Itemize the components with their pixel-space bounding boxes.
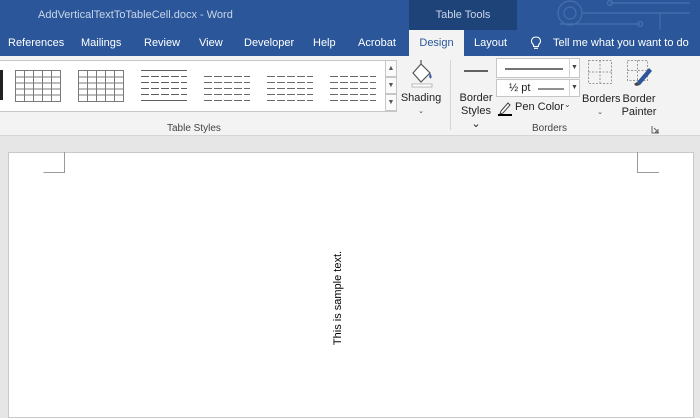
pen-color-dropdown-icon: ⌄ [564, 100, 571, 109]
tell-me-label: Tell me what you want to do [553, 37, 689, 49]
table-style-plain-1[interactable] [140, 67, 188, 105]
line-style-dropdown-arrow: ▼ [569, 59, 579, 77]
pen-icon [498, 102, 512, 116]
border-painter-button[interactable]: Border Painter [618, 58, 660, 120]
lightbulb-icon [530, 36, 542, 49]
border-style-line-icon [464, 70, 488, 72]
table-style-plain-3[interactable] [266, 67, 314, 105]
vertical-sample-text[interactable]: This is sample text. [332, 251, 344, 345]
line-style-dropdown[interactable]: ▼ [496, 58, 580, 78]
ribbon-tab-row: References Mailings Review View Develope… [0, 30, 700, 56]
crop-mark-right [637, 152, 659, 173]
window-title: AddVerticalTextToTableCell.docx - Word [38, 9, 233, 21]
dialog-launcher-icon[interactable] [651, 125, 660, 134]
tab-review[interactable]: Review [144, 30, 180, 56]
gallery-more[interactable]: ▼ [385, 94, 397, 111]
document-page[interactable] [8, 152, 694, 418]
border-painter-label-1: Border [622, 93, 656, 105]
pen-color-swatch [498, 114, 512, 116]
table-tools-label: Table Tools [435, 9, 491, 21]
border-painter-label-2: Painter [621, 106, 657, 118]
group-separator [450, 60, 451, 130]
line-weight-preview [538, 88, 564, 90]
border-painter-icon [627, 60, 652, 86]
table-style-grid-2[interactable] [77, 67, 125, 105]
table-style-plain-4[interactable] [329, 67, 377, 105]
ribbon-panel: ▲ ▼ ▼ Shading ⌄ Border Styles ⌄ ▼ ½ pt ▼… [0, 56, 700, 136]
tab-layout[interactable]: Layout [474, 30, 507, 56]
selected-style-indicator [0, 70, 3, 100]
borders-button[interactable]: Borders ⌄ [582, 58, 621, 120]
tab-view[interactable]: View [199, 30, 223, 56]
borders-label: Borders [582, 93, 621, 105]
line-weight-value: ½ pt [509, 82, 531, 94]
border-styles-label-1: Border [459, 92, 493, 104]
table-styles-gallery [0, 60, 397, 112]
tab-developer[interactable]: Developer [244, 30, 294, 56]
borders-grid-icon [588, 60, 612, 84]
border-styles-label-2: Styles ⌄ [461, 105, 491, 130]
borders-group-label: Borders [532, 123, 568, 134]
line-weight-dropdown[interactable]: ½ pt ▼ [496, 79, 580, 97]
shading-label: Shading [400, 92, 442, 104]
table-tools-group: Table Tools [409, 0, 517, 30]
line-style-preview [505, 68, 563, 70]
crop-mark-left [43, 152, 65, 173]
gallery-scroll-down[interactable]: ▼ [385, 77, 397, 94]
gallery-scroll-up[interactable]: ▲ [385, 60, 397, 77]
pen-color-label: Pen Color [515, 101, 564, 113]
tab-design[interactable]: Design [409, 30, 464, 56]
shading-dropdown-icon: ⌄ [418, 108, 424, 115]
line-weight-dropdown-arrow: ▼ [569, 80, 579, 96]
border-styles-button[interactable]: Border Styles ⌄ [455, 58, 497, 130]
borders-dropdown-icon: ⌄ [597, 109, 603, 116]
shading-button[interactable]: Shading ⌄ [399, 58, 443, 118]
table-styles-group-label: Table Styles [167, 123, 221, 134]
table-style-grid-1[interactable] [14, 67, 62, 105]
tab-help[interactable]: Help [313, 30, 336, 56]
table-style-plain-2[interactable] [203, 67, 251, 105]
tab-acrobat[interactable]: Acrobat [358, 30, 396, 56]
tab-mailings[interactable]: Mailings [81, 30, 121, 56]
paint-bucket-icon [411, 60, 433, 88]
tab-references[interactable]: References [8, 30, 64, 56]
